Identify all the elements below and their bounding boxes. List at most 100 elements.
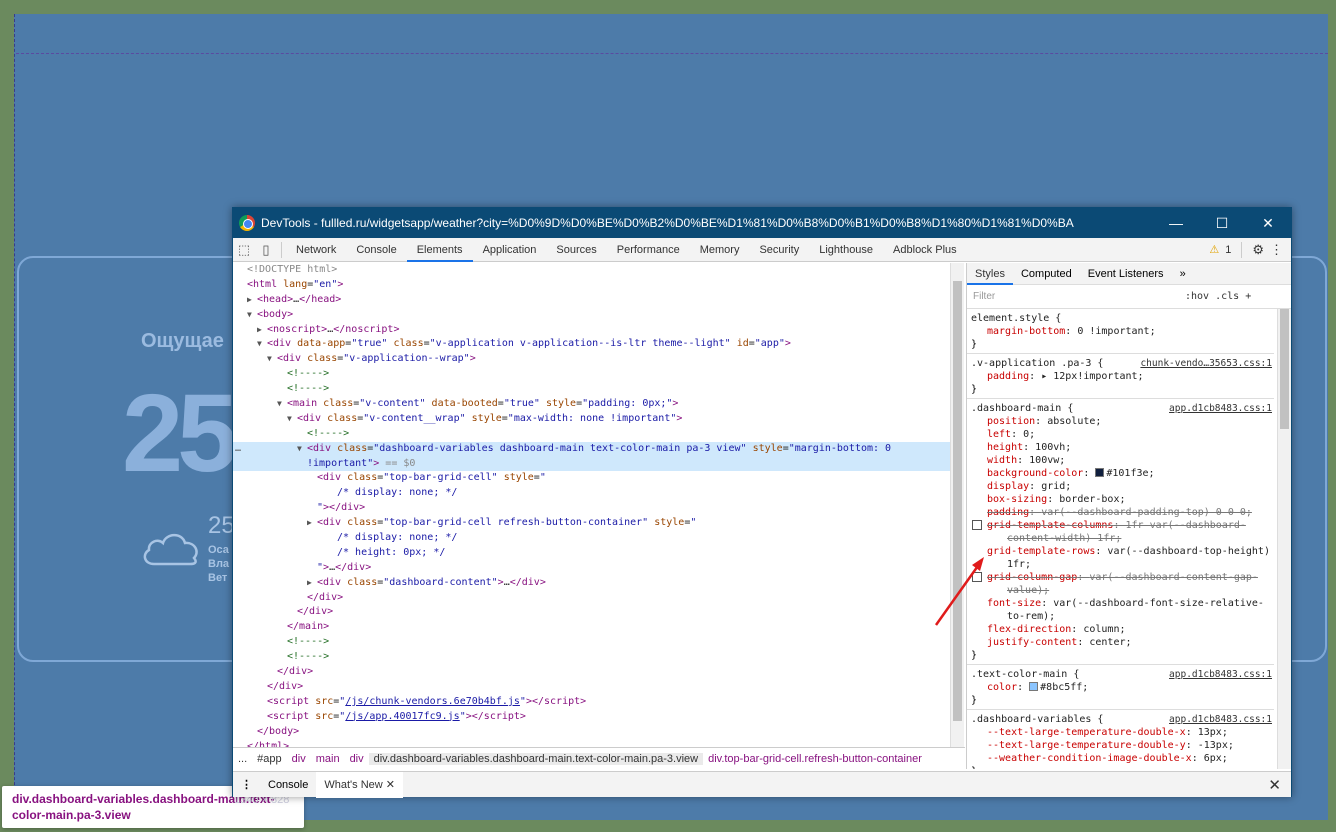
css-declaration[interactable]: grid-template-columns: 1fr var(--dashboa…: [971, 519, 1274, 532]
css-declaration[interactable]: to-rem);: [971, 610, 1274, 623]
minimize-button[interactable]: —: [1153, 208, 1199, 238]
css-declaration[interactable]: --text-large-temperature-double-x: 13px;: [971, 726, 1274, 739]
dom-node-line[interactable]: </main>: [233, 620, 950, 635]
breadcrumb-main[interactable]: main: [311, 753, 345, 765]
tab-lighthouse[interactable]: Lighthouse: [809, 238, 883, 262]
hover-state-toggle[interactable]: :hov: [1185, 291, 1209, 302]
dom-node-line[interactable]: ▼… <div class="dashboard-variables dashbo…: [233, 441, 950, 457]
rule-source-link[interactable]: app.d1cb8483.css:1: [1169, 713, 1274, 726]
drawer-menu-icon[interactable]: ⋮: [233, 772, 260, 798]
tab-memory[interactable]: Memory: [690, 238, 750, 262]
settings-gear-icon[interactable]: ⚙: [1252, 242, 1264, 258]
drawer-close-icon[interactable]: ✕: [1268, 776, 1291, 794]
warning-icon[interactable]: ⚠: [1209, 243, 1219, 256]
css-declaration[interactable]: grid-template-rows: var(--dashboard-top-…: [971, 545, 1274, 558]
dom-node-line[interactable]: </div>: [233, 591, 950, 606]
tab-event-listeners[interactable]: Event Listeners: [1080, 263, 1172, 285]
dom-node-line[interactable]: <!---->: [233, 367, 950, 382]
css-declaration[interactable]: --weather-condition-image-double-x: 6px;: [971, 752, 1274, 765]
color-swatch[interactable]: [1029, 682, 1039, 691]
css-declaration[interactable]: position: absolute;: [971, 415, 1274, 428]
drawer-tab-whats-new[interactable]: What's New ✕: [316, 771, 403, 798]
rule-selector[interactable]: .dashboard-variables {: [971, 713, 1103, 726]
dom-node-line[interactable]: <script src="/js/chunk-vendors.6e70b4bf.…: [233, 695, 950, 710]
tab-elements[interactable]: Elements: [406, 238, 473, 262]
css-declaration[interactable]: left: 0;: [971, 428, 1274, 441]
styles-filter-input[interactable]: Filter: [971, 287, 1179, 306]
dom-node-line[interactable]: <!---->: [233, 382, 950, 397]
breadcrumb-selected[interactable]: div.dashboard-variables.dashboard-main.t…: [368, 752, 704, 765]
css-declaration[interactable]: --text-large-temperature-double-y: -13px…: [971, 739, 1274, 752]
tab-adblock-plus[interactable]: Adblock Plus: [883, 238, 967, 262]
css-declaration[interactable]: flex-direction: column;: [971, 623, 1274, 636]
style-rule[interactable]: .text-color-main { app.d1cb8483.css:1 colo…: [967, 665, 1274, 710]
expand-toggle-icon[interactable]: ▼: [277, 397, 282, 412]
tab-network[interactable]: Network: [286, 238, 346, 262]
maximize-button[interactable]: ☐: [1199, 208, 1245, 238]
rule-selector[interactable]: .text-color-main {: [971, 668, 1079, 681]
breadcrumb-div[interactable]: div: [287, 753, 311, 765]
css-declaration[interactable]: color: #8bc5ff;: [971, 681, 1274, 694]
more-tabs-chevron[interactable]: »: [1172, 263, 1194, 285]
rule-selector[interactable]: element.style {: [971, 312, 1061, 325]
css-declaration[interactable]: margin-bottom: 0 !important;: [971, 325, 1274, 338]
inspect-element-icon[interactable]: ⬚: [233, 238, 255, 262]
expand-toggle-icon[interactable]: ▶: [247, 293, 252, 308]
css-declaration[interactable]: height: 100vh;: [971, 441, 1274, 454]
rule-source-link[interactable]: chunk-vendo…35653.css:1: [1140, 357, 1274, 370]
tab-application[interactable]: Application: [473, 238, 547, 262]
styles-scrollbar[interactable]: [1277, 309, 1291, 769]
device-toolbar-icon[interactable]: ▯: [255, 238, 277, 262]
elements-scrollbar[interactable]: [950, 263, 964, 747]
style-rule[interactable]: .dashboard-main {app.d1cb8483.css:1 posit…: [967, 399, 1274, 665]
expand-toggle-icon[interactable]: ▼: [287, 412, 292, 427]
tab-performance[interactable]: Performance: [607, 238, 690, 262]
expand-toggle-icon[interactable]: ▶: [307, 516, 312, 531]
breadcrumb-more[interactable]: ...: [233, 753, 252, 765]
rule-source-link[interactable]: app.d1cb8483.css:1: [1169, 402, 1274, 415]
dom-node-line[interactable]: ">…</div>: [233, 561, 950, 576]
css-declaration[interactable]: width: 100vw;: [971, 454, 1274, 467]
css-declaration[interactable]: background-color: #101f3e;: [971, 467, 1274, 480]
new-rule-plus-icon[interactable]: +: [1245, 291, 1251, 302]
class-toggle[interactable]: .cls: [1215, 291, 1239, 302]
expand-toggle-icon[interactable]: ▶: [307, 576, 312, 591]
devtools-titlebar[interactable]: DevTools - fullled.ru/widgetsapp/weather…: [233, 208, 1291, 238]
dom-node-line[interactable]: <script src="/js/app.40017fc9.js"></scri…: [233, 710, 950, 725]
expand-toggle-icon[interactable]: ▼: [247, 308, 252, 323]
dom-node-line[interactable]: ▶ <noscript>…</noscript>: [233, 323, 950, 338]
dom-node-line[interactable]: </div>: [233, 605, 950, 620]
dom-node-line[interactable]: ▼ <body>: [233, 308, 950, 323]
rule-selector[interactable]: .v-application .pa-3 {: [971, 357, 1103, 370]
more-options-icon[interactable]: ⋮: [1270, 242, 1283, 258]
dom-node-line[interactable]: </html>: [233, 740, 950, 748]
expand-toggle-icon[interactable]: ▼: [297, 442, 302, 457]
dom-node-line[interactable]: ▼ <div data-app="true" class="v-applicati…: [233, 337, 950, 352]
css-declaration[interactable]: grid-column-gap: var(--dashboard-content…: [971, 571, 1274, 584]
dom-node-line[interactable]: ▼ <main class="v-content" data-booted="tr…: [233, 397, 950, 412]
dom-node-line[interactable]: <html lang="en">: [233, 278, 950, 293]
style-rule[interactable]: .dashboard-variables { app.d1cb8483.css:1…: [967, 710, 1274, 769]
css-declaration[interactable]: content-width) 1fr;: [971, 532, 1274, 545]
dom-node-line[interactable]: </body>: [233, 725, 950, 740]
dom-node-line[interactable]: ▼ <div class="v-content__wrap" style="max…: [233, 412, 950, 427]
dom-node-line[interactable]: ▶ <div class="dashboard-content">…</div>: [233, 576, 950, 591]
css-declaration[interactable]: 1fr;: [971, 558, 1274, 571]
dom-node-line[interactable]: <!DOCTYPE html>: [233, 263, 950, 278]
expand-toggle-icon[interactable]: ▼: [267, 352, 272, 367]
css-declaration[interactable]: box-sizing: border-box;: [971, 493, 1274, 506]
css-declaration[interactable]: padding: ▸ 12px!important;: [971, 370, 1274, 383]
breadcrumb-app[interactable]: #app: [252, 753, 286, 765]
dom-node-line[interactable]: ▶ <div class="top-bar-grid-cell refresh-b…: [233, 516, 950, 531]
expand-toggle-icon[interactable]: ▼: [257, 337, 262, 352]
close-window-button[interactable]: ✕: [1245, 208, 1291, 238]
css-declaration[interactable]: justify-content: center;: [971, 636, 1274, 649]
breadcrumb-div-wrap[interactable]: div: [345, 753, 369, 765]
css-declaration[interactable]: font-size: var(--dashboard-font-size-rel…: [971, 597, 1274, 610]
style-rule[interactable]: .v-application .pa-3 { chunk-vendo…35653.…: [967, 354, 1274, 399]
rule-source-link[interactable]: app.d1cb8483.css:1: [1169, 668, 1274, 681]
warning-count[interactable]: 1: [1225, 244, 1231, 256]
elements-tree[interactable]: <!DOCTYPE html> <html lang="en"> ▶ <head>…<…: [233, 263, 950, 747]
dom-node-line[interactable]: !important"> == $0: [233, 456, 950, 472]
dom-node-line[interactable]: <!---->: [233, 635, 950, 650]
